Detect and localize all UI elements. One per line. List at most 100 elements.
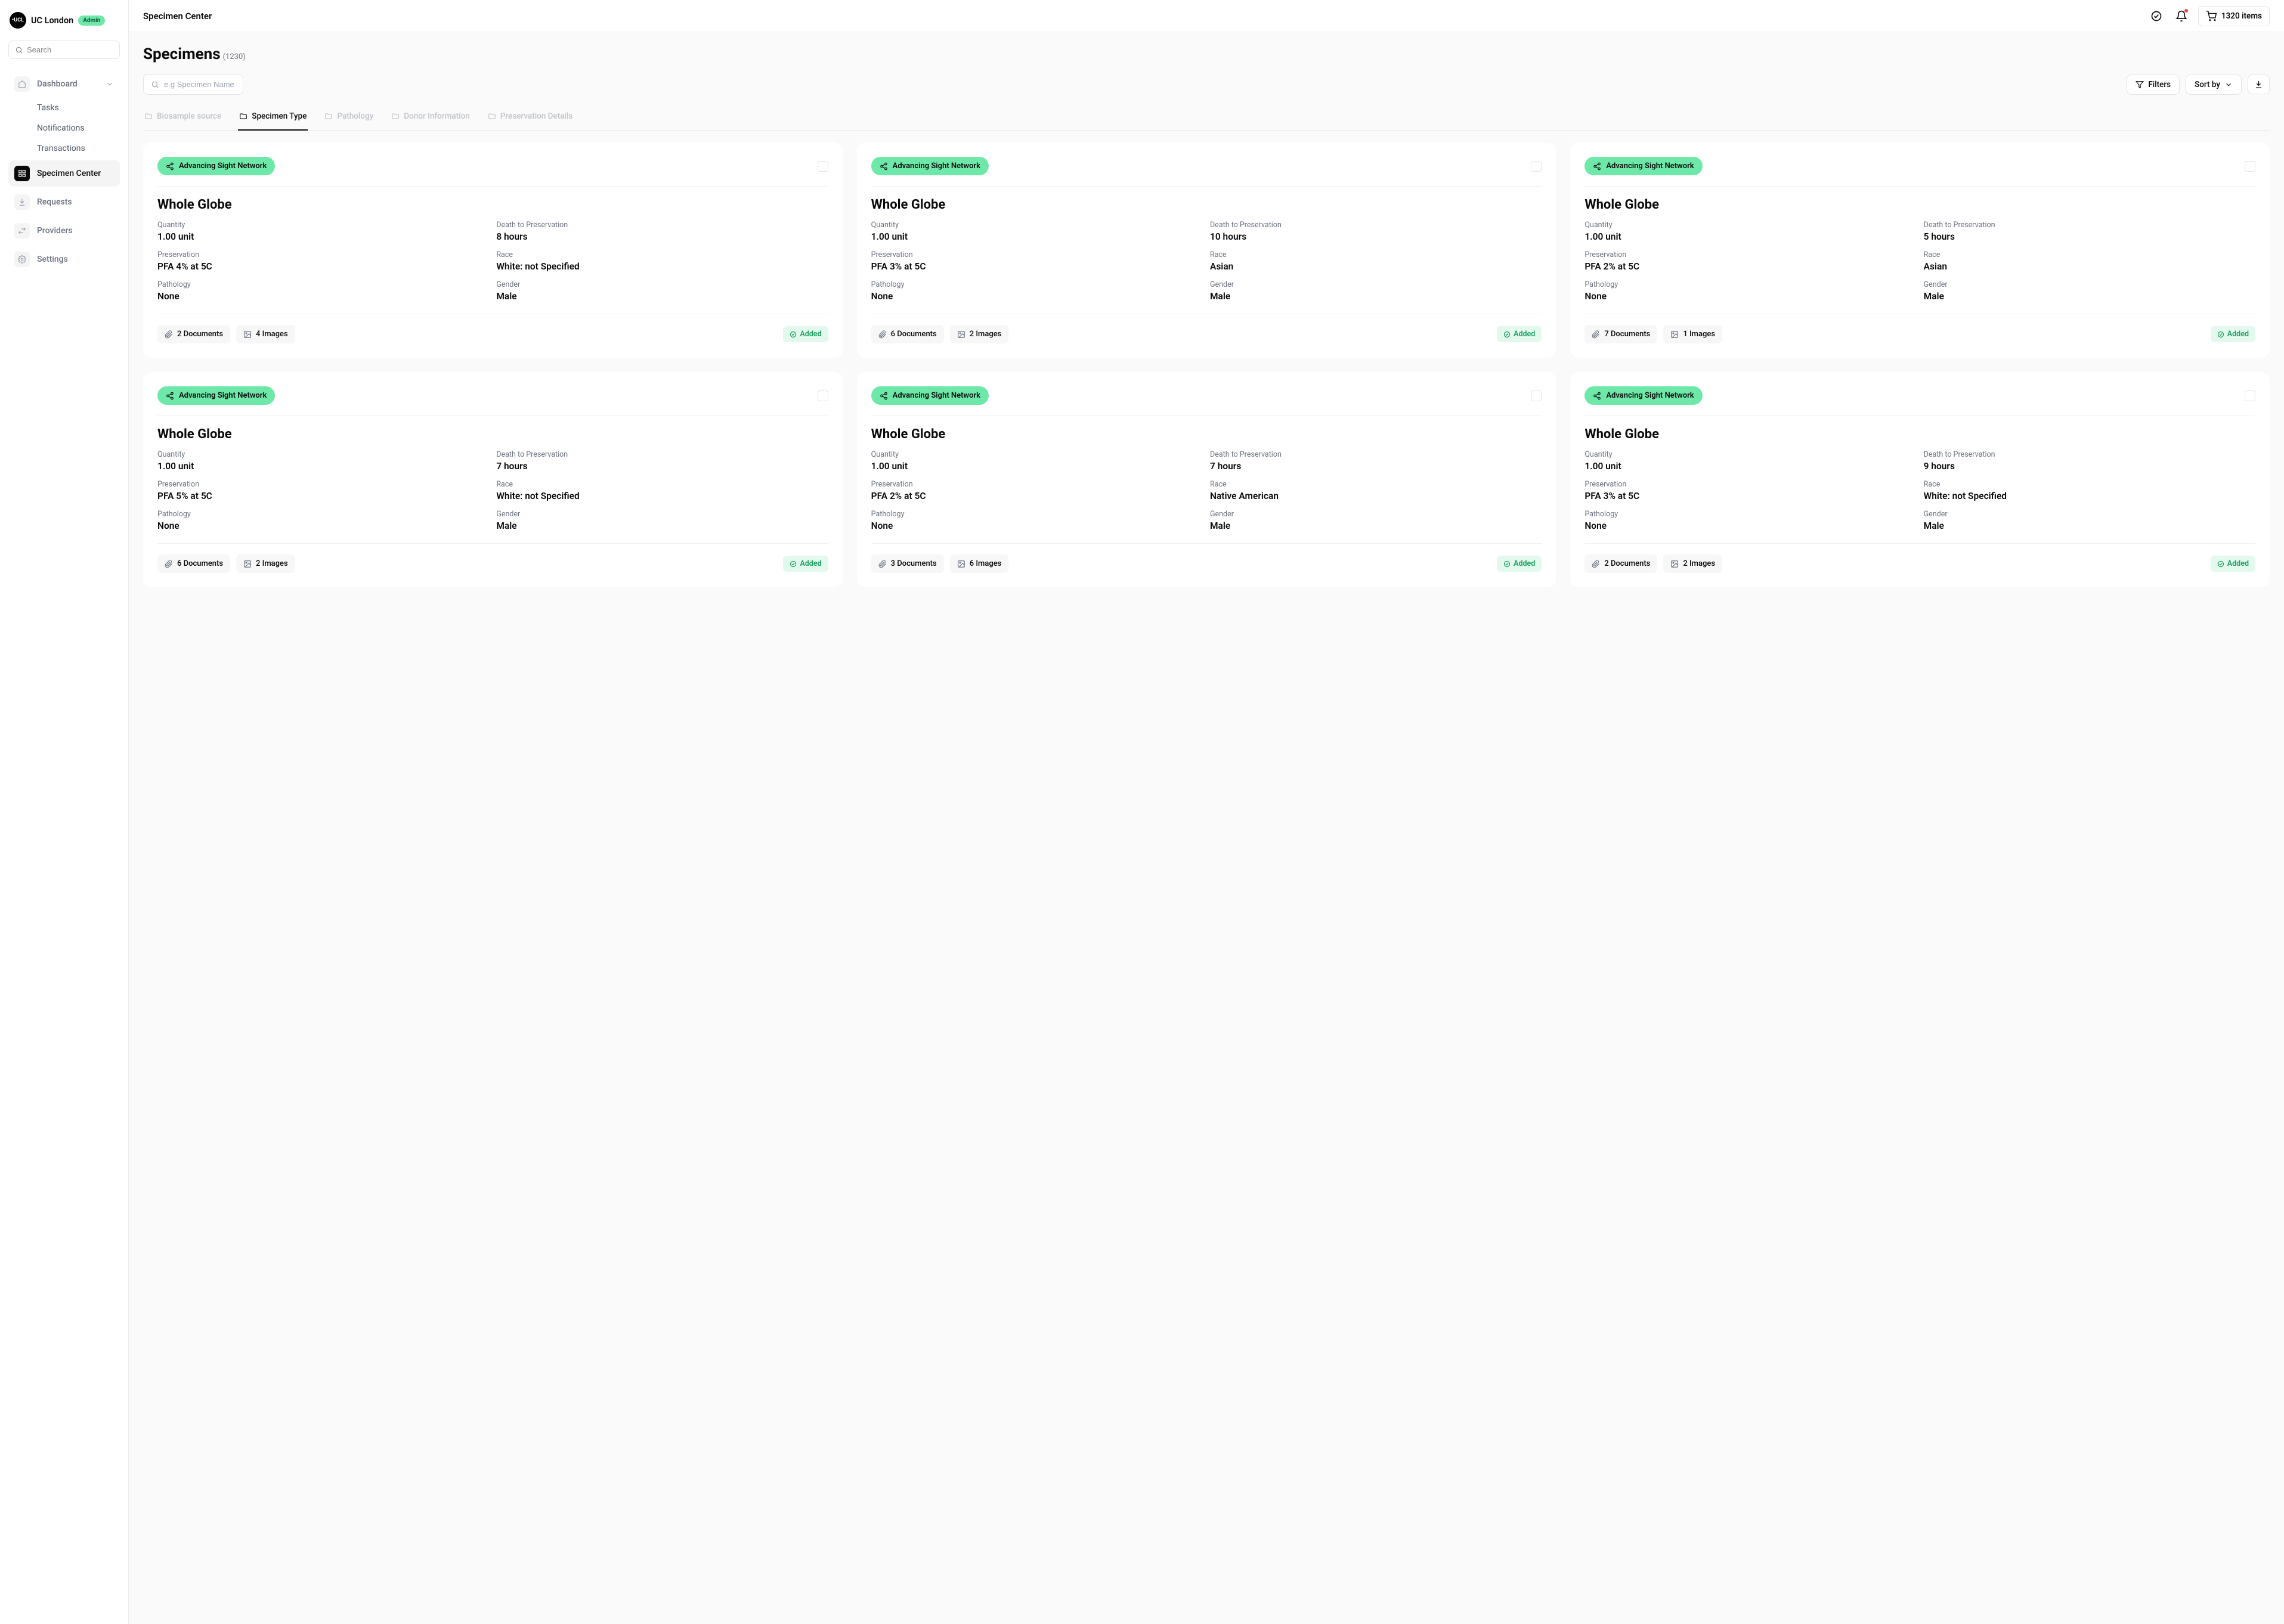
content: Specimens (1230) Filters: [129, 32, 2284, 600]
network-pill[interactable]: Advancing Sight Network: [1584, 386, 1702, 405]
select-checkbox[interactable]: [818, 390, 828, 401]
nav-sub-notifications[interactable]: Notifications: [8, 119, 120, 138]
field-label: Quantity: [1584, 221, 1916, 230]
images-chip[interactable]: 6 Images: [950, 554, 1009, 573]
topbar-title: Specimen Center: [143, 11, 212, 21]
nav-sub-transactions[interactable]: Transactions: [8, 139, 120, 158]
network-pill[interactable]: Advancing Sight Network: [871, 157, 989, 175]
documents-chip[interactable]: 3 Documents: [871, 554, 944, 573]
field-value: 5 hours: [1924, 231, 2255, 242]
field-label: Gender: [1210, 510, 1542, 519]
select-checkbox[interactable]: [2245, 390, 2255, 401]
field-gender: GenderMale: [1924, 510, 2255, 531]
nav-sub-tasks[interactable]: Tasks: [8, 98, 120, 117]
documents-label: 2 Documents: [177, 330, 223, 339]
field-value: None: [1584, 520, 1916, 531]
images-chip[interactable]: 4 Images: [236, 325, 295, 343]
select-checkbox[interactable]: [1531, 390, 1542, 401]
nav-item-dashboard[interactable]: Dashboard: [8, 71, 120, 97]
specimen-title: Whole Globe: [1584, 427, 2255, 442]
field-label: Race: [496, 480, 828, 489]
sidebar-nav: Dashboard Tasks Notifications Transactio…: [8, 71, 120, 272]
filters-button[interactable]: Filters: [2127, 75, 2180, 95]
field-value: None: [871, 291, 1203, 302]
search-icon: [15, 46, 23, 54]
network-pill[interactable]: Advancing Sight Network: [157, 386, 275, 405]
nav-item-requests[interactable]: Requests: [8, 189, 120, 215]
gear-icon: [14, 252, 30, 267]
tab-pathology[interactable]: Pathology: [323, 106, 375, 131]
paperclip-icon: [878, 330, 887, 339]
field-death-to-preservation: Death to Preservation10 hours: [1210, 221, 1542, 242]
download-icon: [14, 194, 30, 210]
nav-sub-dashboard: Tasks Notifications Transactions: [8, 98, 120, 158]
select-checkbox[interactable]: [2245, 161, 2255, 172]
field-label: Death to Preservation: [1210, 221, 1542, 230]
added-badge: Added: [2211, 556, 2255, 572]
field-label: Preservation: [1584, 250, 1916, 259]
documents-chip[interactable]: 6 Documents: [871, 325, 944, 343]
documents-chip[interactable]: 2 Documents: [157, 325, 230, 343]
nav-item-settings[interactable]: Settings: [8, 246, 120, 272]
image-icon: [1670, 330, 1679, 339]
field-label: Pathology: [157, 280, 489, 289]
field-label: Race: [1924, 480, 2255, 489]
documents-label: 7 Documents: [1604, 330, 1650, 339]
field-value: 9 hours: [1924, 461, 2255, 472]
field-value: Male: [1210, 520, 1542, 531]
check-circle-icon[interactable]: [2148, 8, 2165, 24]
nav-item-providers[interactable]: Providers: [8, 218, 120, 244]
images-chip[interactable]: 2 Images: [236, 554, 295, 573]
cart-icon: [2206, 11, 2217, 21]
documents-chip[interactable]: 6 Documents: [157, 554, 230, 573]
download-button[interactable]: [2248, 75, 2270, 94]
filter-icon: [2136, 80, 2144, 89]
cart-button[interactable]: 1320 items: [2198, 6, 2270, 26]
nav-label: Settings: [37, 255, 114, 264]
sidebar-search[interactable]: [8, 41, 120, 59]
specimen-search[interactable]: [143, 74, 243, 95]
select-checkbox[interactable]: [1531, 161, 1542, 172]
images-chip[interactable]: 1 Images: [1663, 325, 1722, 343]
sort-by-button[interactable]: Sort by: [2186, 75, 2242, 95]
chevron-down-icon: [106, 80, 114, 88]
sidebar-search-input[interactable]: [27, 45, 113, 54]
field-quantity: Quantity1.00 unit: [1584, 221, 1916, 242]
tab-label: Preservation Details: [500, 111, 573, 121]
tab-specimen-type[interactable]: Specimen Type: [238, 106, 308, 131]
network-pill[interactable]: Advancing Sight Network: [157, 157, 275, 175]
field-value: None: [157, 291, 489, 302]
field-label: Gender: [1924, 510, 2255, 519]
field-value: 1.00 unit: [157, 461, 489, 472]
select-checkbox[interactable]: [818, 161, 828, 172]
field-label: Death to Preservation: [1210, 450, 1542, 459]
field-death-to-preservation: Death to Preservation7 hours: [1210, 450, 1542, 472]
network-pill[interactable]: Advancing Sight Network: [871, 386, 989, 405]
nav-item-specimen-center[interactable]: Specimen Center: [8, 160, 120, 187]
field-label: Quantity: [157, 221, 489, 230]
added-label: Added: [1514, 330, 1535, 339]
nav-label: Dashboard: [37, 79, 98, 89]
field-pathology: PathologyNone: [871, 510, 1203, 531]
field-pathology: PathologyNone: [1584, 280, 1916, 302]
specimen-search-input[interactable]: [164, 80, 236, 89]
bell-icon[interactable]: [2173, 8, 2190, 24]
tab-biosample-source[interactable]: Biosample source: [143, 106, 222, 131]
images-chip[interactable]: 2 Images: [950, 325, 1009, 343]
tab-preservation-details[interactable]: Preservation Details: [487, 106, 574, 131]
topbar-actions: 1320 items: [2148, 6, 2270, 26]
network-pill[interactable]: Advancing Sight Network: [1584, 157, 1702, 175]
documents-chip[interactable]: 2 Documents: [1584, 554, 1657, 573]
images-label: 2 Images: [1683, 559, 1715, 568]
field-label: Death to Preservation: [496, 450, 828, 459]
added-label: Added: [1514, 559, 1535, 568]
tab-label: Specimen Type: [252, 111, 307, 121]
images-chip[interactable]: 2 Images: [1663, 554, 1722, 573]
check-circle-icon: [790, 331, 797, 338]
field-label: Race: [1210, 250, 1542, 259]
field-value: 1.00 unit: [871, 461, 1203, 472]
documents-chip[interactable]: 7 Documents: [1584, 325, 1657, 343]
tab-donor-information[interactable]: Donor Information: [390, 106, 471, 131]
field-pathology: PathologyNone: [157, 510, 489, 531]
check-circle-icon: [1503, 331, 1511, 338]
